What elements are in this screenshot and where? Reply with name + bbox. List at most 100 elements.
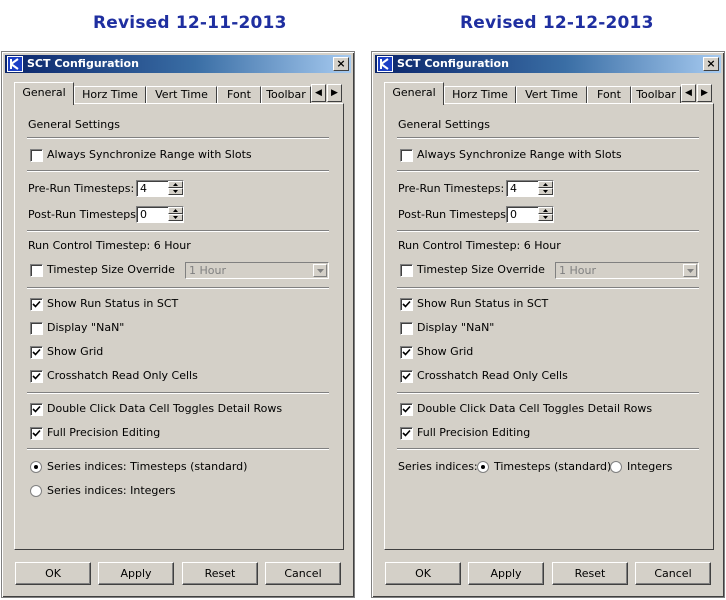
tab-toolbar[interactable]: Toolbar xyxy=(261,86,311,104)
apply-button[interactable]: Apply xyxy=(98,562,174,585)
full-precision-checkbox[interactable] xyxy=(400,427,413,440)
double-click-label: Double Click Data Cell Toggles Detail Ro… xyxy=(417,402,653,415)
show-grid-checkbox[interactable] xyxy=(400,346,413,359)
series-timesteps-radio[interactable] xyxy=(477,461,489,473)
tab-toolbar[interactable]: Toolbar xyxy=(631,86,681,104)
pre-run-value[interactable]: 4 xyxy=(140,182,147,195)
timestep-size-combo[interactable]: 1 Hour xyxy=(185,262,329,279)
separator xyxy=(397,448,699,450)
spin-up-icon[interactable] xyxy=(538,181,553,188)
display-nan-checkbox[interactable] xyxy=(30,322,43,335)
close-button[interactable]: × xyxy=(333,57,349,71)
show-grid-checkbox[interactable] xyxy=(30,346,43,359)
series-integers-label: Series indices: Integers xyxy=(47,484,176,497)
sync-range-checkbox[interactable] xyxy=(400,149,413,162)
caption-left: Revised 12-11-2013 xyxy=(93,13,287,33)
series-integers-radio[interactable] xyxy=(30,485,42,497)
spin-up-icon[interactable] xyxy=(168,181,183,188)
double-click-checkbox[interactable] xyxy=(30,403,43,416)
title-bar[interactable]: SCT Configuration × xyxy=(5,55,351,73)
separator xyxy=(397,287,699,289)
title-bar[interactable]: SCT Configuration × xyxy=(375,55,721,73)
tab-horz-time[interactable]: Horz Time xyxy=(444,86,516,104)
app-icon xyxy=(7,56,23,72)
pre-run-stepper[interactable]: 4 xyxy=(506,180,554,197)
double-click-label: Double Click Data Cell Toggles Detail Ro… xyxy=(47,402,283,415)
timestep-size-combo[interactable]: 1 Hour xyxy=(555,262,699,279)
close-icon: × xyxy=(336,57,346,70)
crosshatch-checkbox[interactable] xyxy=(30,370,43,383)
tab-font[interactable]: Font xyxy=(587,86,631,104)
spin-up-icon[interactable] xyxy=(538,207,553,214)
post-run-stepper[interactable]: 0 xyxy=(136,206,184,223)
show-grid-label: Show Grid xyxy=(47,345,104,358)
series-indices-label: Series indices: xyxy=(398,460,478,473)
show-run-status-checkbox[interactable] xyxy=(400,298,413,311)
tab-scroll-right-icon[interactable]: ▶ xyxy=(327,84,342,102)
post-run-stepper[interactable]: 0 xyxy=(506,206,554,223)
reset-button[interactable]: Reset xyxy=(552,562,628,585)
tab-scroll-right-icon[interactable]: ▶ xyxy=(697,84,712,102)
chevron-down-icon[interactable] xyxy=(683,264,697,277)
tab-scroll-left-icon[interactable]: ◀ xyxy=(681,84,696,102)
show-run-status-checkbox[interactable] xyxy=(30,298,43,311)
double-click-checkbox[interactable] xyxy=(400,403,413,416)
spin-down-icon[interactable] xyxy=(168,188,183,195)
spin-down-icon[interactable] xyxy=(538,188,553,195)
tab-horz-time[interactable]: Horz Time xyxy=(74,86,146,104)
full-precision-checkbox[interactable] xyxy=(30,427,43,440)
section-title: General Settings xyxy=(398,118,490,131)
chevron-down-icon[interactable] xyxy=(313,264,327,277)
separator xyxy=(27,392,329,394)
window-title: SCT Configuration xyxy=(27,57,139,70)
series-timesteps-label: Series indices: Timesteps (standard) xyxy=(47,460,248,473)
timestep-size-value: 1 Hour xyxy=(559,264,596,277)
tab-font[interactable]: Font xyxy=(217,86,261,104)
pre-run-value[interactable]: 4 xyxy=(510,182,517,195)
separator xyxy=(27,170,329,172)
run-control-timestep: Run Control Timestep: 6 Hour xyxy=(28,239,191,252)
series-integers-label: Integers xyxy=(627,460,673,473)
sct-config-dialog-old: SCT Configuration × General Horz Time Ve… xyxy=(1,51,355,598)
reset-button[interactable]: Reset xyxy=(182,562,258,585)
separator xyxy=(27,448,329,450)
section-title: General Settings xyxy=(28,118,120,131)
spin-down-icon[interactable] xyxy=(538,214,553,221)
separator xyxy=(27,287,329,289)
post-run-value[interactable]: 0 xyxy=(510,208,517,221)
series-integers-radio[interactable] xyxy=(610,461,622,473)
timestep-override-checkbox[interactable] xyxy=(400,264,413,277)
sync-range-checkbox[interactable] xyxy=(30,149,43,162)
tab-vert-time[interactable]: Vert Time xyxy=(146,86,217,104)
spin-up-icon[interactable] xyxy=(168,207,183,214)
crosshatch-label: Crosshatch Read Only Cells xyxy=(47,369,198,382)
tab-general[interactable]: General xyxy=(14,82,74,105)
series-timesteps-radio[interactable] xyxy=(30,461,42,473)
close-icon: × xyxy=(706,57,716,70)
tab-vert-time[interactable]: Vert Time xyxy=(516,86,587,104)
sct-config-dialog-new: SCT Configuration × General Horz Time Ve… xyxy=(371,51,725,598)
spin-down-icon[interactable] xyxy=(168,214,183,221)
post-run-value[interactable]: 0 xyxy=(140,208,147,221)
crosshatch-checkbox[interactable] xyxy=(400,370,413,383)
separator xyxy=(397,137,699,139)
timestep-size-value: 1 Hour xyxy=(189,264,226,277)
separator xyxy=(397,230,699,232)
close-button[interactable]: × xyxy=(703,57,719,71)
ok-button[interactable]: OK xyxy=(385,562,461,585)
sync-range-label: Always Synchronize Range with Slots xyxy=(417,148,622,161)
timestep-override-label: Timestep Size Override xyxy=(417,263,545,276)
cancel-button[interactable]: Cancel xyxy=(265,562,341,585)
separator xyxy=(27,137,329,139)
ok-button[interactable]: OK xyxy=(15,562,91,585)
series-timesteps-label: Timesteps (standard) xyxy=(494,460,612,473)
display-nan-checkbox[interactable] xyxy=(400,322,413,335)
cancel-button[interactable]: Cancel xyxy=(635,562,711,585)
apply-button[interactable]: Apply xyxy=(468,562,544,585)
pre-run-stepper[interactable]: 4 xyxy=(136,180,184,197)
tab-scroll-left-icon[interactable]: ◀ xyxy=(311,84,326,102)
separator xyxy=(27,230,329,232)
app-icon xyxy=(377,56,393,72)
tab-general[interactable]: General xyxy=(384,82,444,105)
timestep-override-checkbox[interactable] xyxy=(30,264,43,277)
